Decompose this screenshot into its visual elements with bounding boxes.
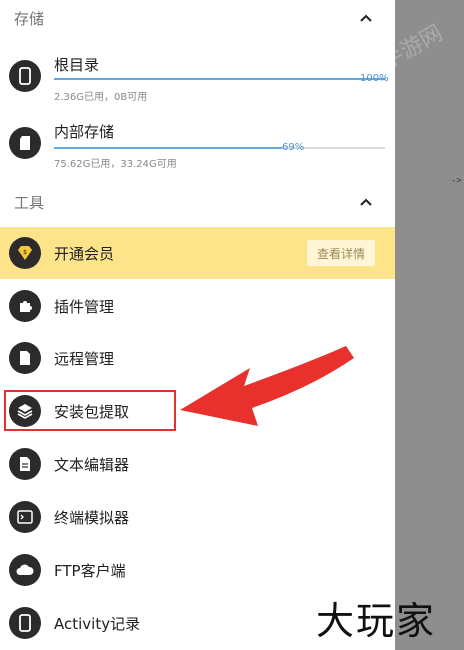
drawer-backdrop[interactable] <box>395 0 464 650</box>
backdrop-arrow-text: -> <box>451 176 462 186</box>
storage-item-root[interactable]: 根目录 100% 2.36G已用，0B可用 <box>0 44 395 112</box>
annotation-arrow-icon <box>180 346 354 426</box>
vip-row[interactable]: $ 开通会员 查看详情 <box>0 227 395 279</box>
phone-icon <box>9 607 41 639</box>
terminal-icon <box>9 501 41 533</box>
storage-usage-text: 2.36G已用，0B可用 <box>54 92 148 103</box>
tool-item-label: 文本编辑器 <box>54 455 130 474</box>
storage-section-header[interactable]: 存储 <box>0 0 395 36</box>
puzzle-icon <box>9 290 41 322</box>
highlight-box <box>4 390 176 431</box>
screen: 存储 根目录 100% 2.36G已用，0B可用 内部存储 69% 75.62G… <box>0 0 464 650</box>
svg-text:$: $ <box>23 249 27 256</box>
tool-item-label: 远程管理 <box>54 349 115 368</box>
storage-item-name: 内部存储 <box>54 123 115 141</box>
cloud-icon <box>9 554 41 586</box>
storage-usage-fill <box>54 147 283 149</box>
tool-item-plugins[interactable]: 插件管理 <box>0 280 395 332</box>
vip-diamond-icon: $ <box>9 237 41 269</box>
storage-usage-fill <box>54 78 385 80</box>
tool-item-label: 插件管理 <box>54 297 115 316</box>
sd-card-icon <box>9 127 41 159</box>
storage-section-title: 存储 <box>14 9 45 28</box>
storage-item-internal[interactable]: 内部存储 69% 75.62G已用，33.24G可用 <box>0 111 395 179</box>
storage-item-name: 根目录 <box>54 56 100 74</box>
storage-percent: 69% <box>282 142 305 153</box>
file-icon <box>9 342 41 374</box>
storage-usage-text: 75.62G已用，33.24G可用 <box>54 159 177 170</box>
storage-usage-bar <box>54 78 385 80</box>
view-details-button[interactable]: 查看详情 <box>307 240 375 266</box>
navigation-drawer: 存储 根目录 100% 2.36G已用，0B可用 内部存储 69% 75.62G… <box>0 0 395 650</box>
chevron-up-icon[interactable] <box>359 197 373 207</box>
tool-item-terminal[interactable]: 终端模拟器 <box>0 491 395 543</box>
tools-section-header[interactable]: 工具 <box>0 184 395 220</box>
document-icon <box>9 448 41 480</box>
tool-item-label: FTP客户端 <box>54 561 126 580</box>
tool-item-ftp[interactable]: FTP客户端 <box>0 544 395 596</box>
chevron-up-icon[interactable] <box>359 13 373 23</box>
storage-usage-bar <box>54 147 385 149</box>
tool-item-label: 终端模拟器 <box>54 508 130 527</box>
storage-percent: 100% <box>360 73 389 84</box>
tool-item-label: Activity记录 <box>54 614 141 633</box>
phone-icon <box>9 60 41 92</box>
vip-label: 开通会员 <box>54 244 115 263</box>
tool-item-text-editor[interactable]: 文本编辑器 <box>0 438 395 490</box>
corner-watermark: 大玩家 <box>316 599 437 643</box>
tools-section-title: 工具 <box>14 193 45 212</box>
